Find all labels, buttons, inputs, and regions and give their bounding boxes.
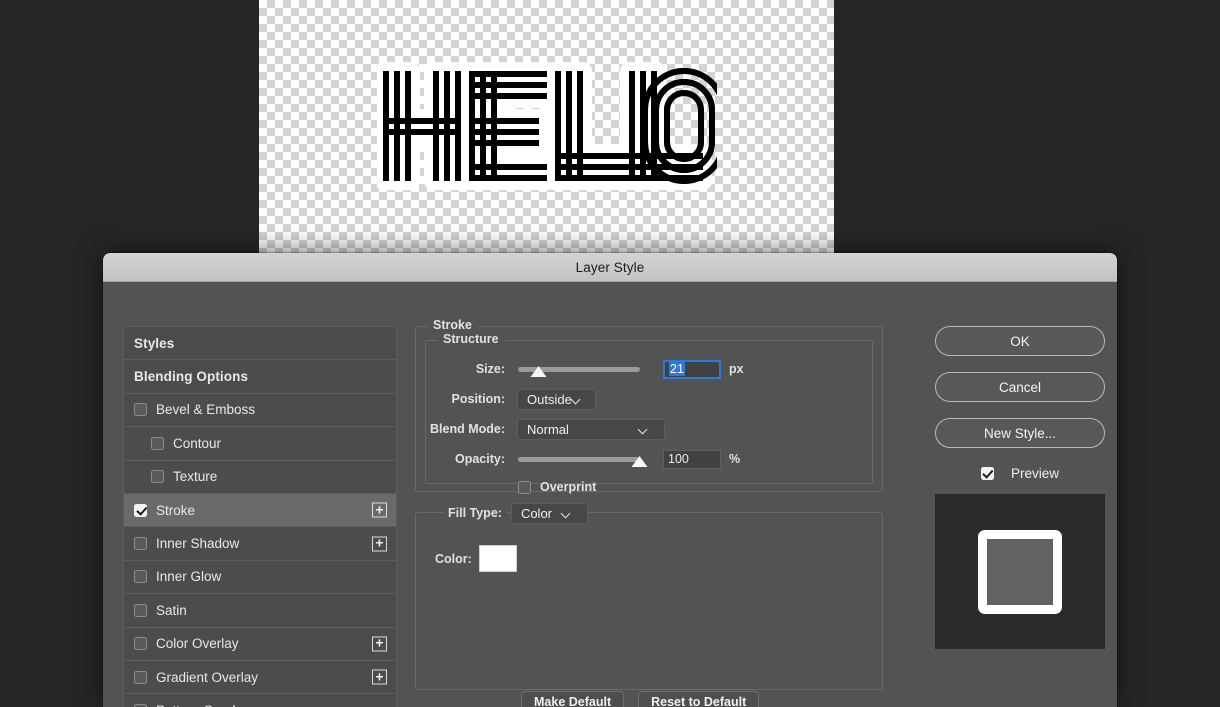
screen-root: Layer Style Styles Blending Options Beve… [0,0,1220,707]
opacity-row: Opacity: 100 % [435,449,871,469]
sidebar-item-pattern-overlay[interactable]: Pattern Overlay [124,694,396,707]
sidebar-item-label: Satin [156,603,187,618]
position-value: Outside [527,392,572,407]
opacity-label: Opacity: [435,452,505,466]
opacity-slider-knob[interactable] [632,454,649,469]
position-label: Position: [435,392,505,406]
fill-type-select[interactable]: Color [511,503,588,524]
checkbox-inner-shadow[interactable] [134,537,147,550]
dialog-actions: OK Cancel New Style... Preview [935,326,1105,649]
size-value: 21 [669,362,685,376]
position-row: Position: Outside [435,389,871,409]
checkbox-color-overlay[interactable] [134,637,147,650]
overprint-row[interactable]: Overprint [518,477,596,497]
dialog-title: Layer Style [576,260,645,275]
opacity-input[interactable]: 100 [663,450,721,469]
position-select[interactable]: Outside [517,389,596,410]
sidebar-item-label: Gradient Overlay [156,670,258,685]
preview-toggle-row[interactable]: Preview [935,462,1105,484]
sidebar-item-label: Pattern Overlay [156,703,250,707]
sidebar-item-label: Styles [134,336,174,351]
size-label: Size: [435,362,505,376]
overprint-label: Overprint [540,480,596,494]
make-default-button[interactable]: Make Default [521,691,624,707]
sidebar-item-label: Stroke [156,503,195,518]
opacity-value: 100 [668,452,689,466]
preview-shape [978,530,1062,614]
blend-mode-row: Blend Mode: Normal [411,419,871,439]
checkbox-contour[interactable] [151,437,164,450]
dialog-body: Styles Blending Options Bevel & Emboss C… [103,282,1117,707]
sidebar-item-label: Texture [173,469,217,484]
opacity-slider[interactable] [518,457,640,462]
add-effect-icon[interactable] [372,536,387,551]
color-label: Color: [435,552,472,566]
sidebar-item-contour[interactable]: Contour [124,427,396,460]
sidebar-item-label: Color Overlay [156,636,239,651]
checkbox-bevel-emboss[interactable] [134,403,147,416]
fill-type-label: Fill Type: [443,506,507,520]
fill-type-group [415,512,883,690]
preview-thumbnail [935,494,1105,649]
reset-to-default-button[interactable]: Reset to Default [638,691,759,707]
structure-group-label: Structure [437,332,505,346]
ok-button[interactable]: OK [935,326,1105,356]
layer-style-dialog: Layer Style Styles Blending Options Beve… [103,253,1117,707]
blend-mode-value: Normal [527,422,569,437]
sidebar-item-label: Blending Options [134,369,248,384]
add-effect-icon[interactable] [372,503,387,518]
default-buttons: Make Default Reset to Default [521,691,759,707]
document-canvas[interactable] [259,0,834,253]
sidebar-item-styles[interactable]: Styles [124,327,396,360]
sidebar-item-bevel-emboss[interactable]: Bevel & Emboss [124,394,396,427]
checkbox-stroke[interactable] [134,504,147,517]
chevron-down-icon [639,425,658,434]
preview-label: Preview [1011,466,1059,481]
chevron-down-icon [572,395,589,404]
checkbox-texture[interactable] [151,470,164,483]
size-row: Size: 21 px [435,359,871,379]
cancel-button[interactable]: Cancel [935,372,1105,402]
sidebar-item-satin[interactable]: Satin [124,594,396,627]
checkbox-inner-glow[interactable] [134,570,147,583]
blend-mode-label: Blend Mode: [411,422,505,436]
stroke-group-label: Stroke [427,318,478,332]
add-effect-icon[interactable] [372,636,387,651]
color-swatch[interactable] [479,545,517,572]
add-effect-icon[interactable] [372,670,387,685]
settings-pane: Stroke Structure Size: 21 px [411,312,923,707]
chevron-down-icon [562,509,581,518]
size-input[interactable]: 21 [663,360,721,379]
sidebar-item-label: Inner Shadow [156,536,239,551]
opacity-unit: % [729,452,740,466]
fill-type-row: Fill Type: Color [443,503,588,523]
sidebar-item-color-overlay[interactable]: Color Overlay [124,628,396,661]
checkbox-gradient-overlay[interactable] [134,671,147,684]
sidebar-item-label: Bevel & Emboss [156,402,255,417]
sidebar-item-inner-shadow[interactable]: Inner Shadow [124,527,396,560]
sidebar-item-label: Contour [173,436,221,451]
fill-type-value: Color [521,506,552,521]
sidebar-item-label: Inner Glow [156,569,221,584]
dialog-titlebar[interactable]: Layer Style [103,253,1117,282]
sidebar-item-blending-options[interactable]: Blending Options [124,360,396,393]
checkbox-preview[interactable] [981,467,994,480]
new-style-button[interactable]: New Style... [935,418,1105,448]
sidebar-item-texture[interactable]: Texture [124,461,396,494]
artwork-hello [259,0,834,253]
size-slider-knob[interactable] [530,364,547,379]
sidebar-item-gradient-overlay[interactable]: Gradient Overlay [124,661,396,694]
checkbox-satin[interactable] [134,604,147,617]
size-unit: px [729,362,744,376]
color-row: Color: [435,545,517,572]
checkbox-overprint[interactable] [518,481,531,494]
hello-lettering-svg [377,62,717,192]
sidebar-item-stroke[interactable]: Stroke [124,494,396,527]
styles-list-panel[interactable]: Styles Blending Options Bevel & Emboss C… [123,326,397,707]
sidebar-item-inner-glow[interactable]: Inner Glow [124,561,396,594]
blend-mode-select[interactable]: Normal [517,419,665,440]
size-slider[interactable] [518,367,640,372]
